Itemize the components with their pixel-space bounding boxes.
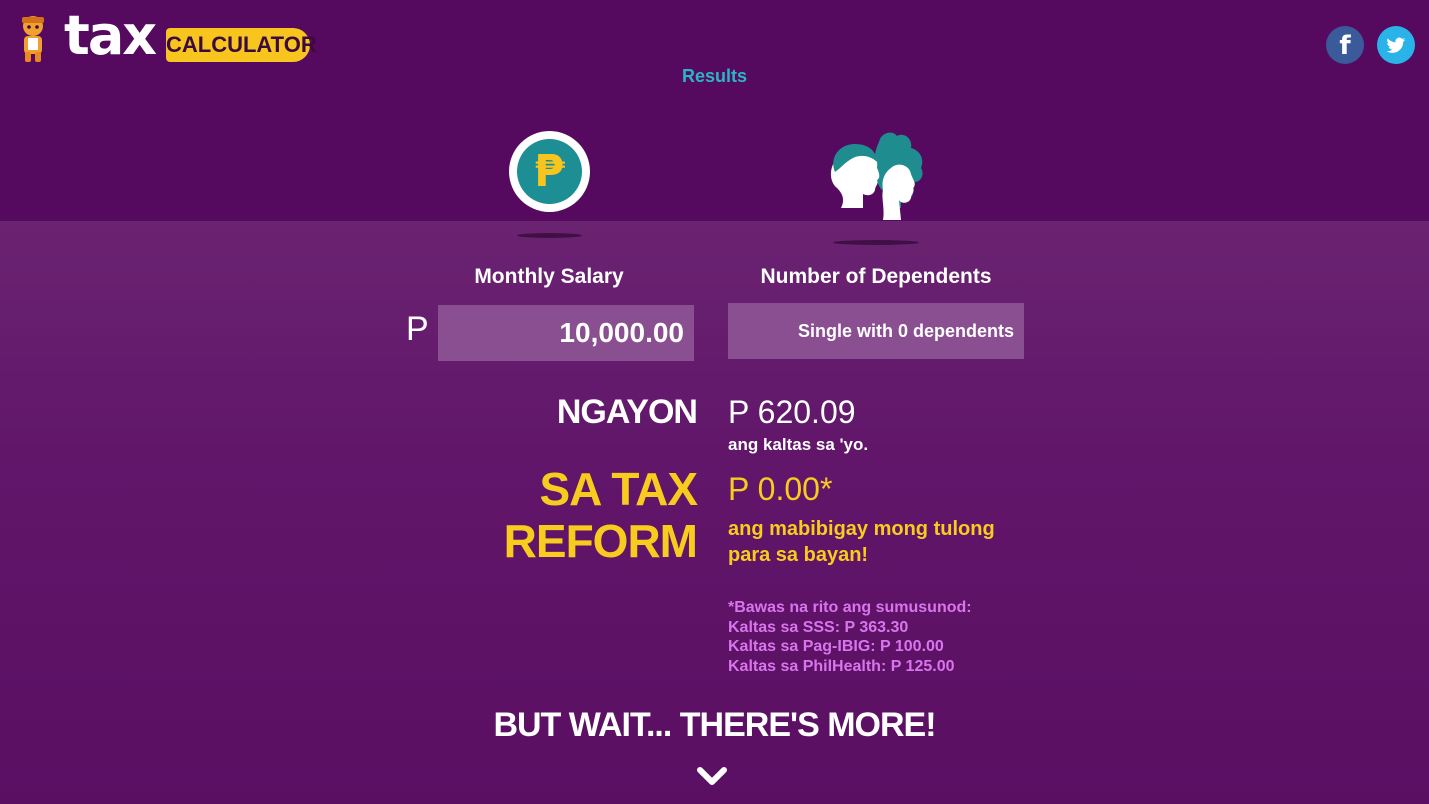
icon-shadow [517,233,582,238]
chevron-down-icon[interactable] [696,764,728,788]
dependents-select[interactable]: Single with 0 dependents [728,303,1024,359]
reform-heading-line1: SA TAX [539,463,698,515]
deduction-philhealth: Kaltas sa PhilHealth: P 125.00 [728,657,955,675]
more-heading: BUT WAIT... THERE'S MORE! [493,706,936,744]
facebook-glyph: f [1339,31,1351,61]
reform-tax-caption: ang mabibigay mong tulong para sa bayan! [728,516,1028,568]
results-link[interactable]: Results [0,66,1429,87]
tax-calculator-logo[interactable]: tax CALCULATOR [14,6,317,68]
reform-heading-line2: REFORM [503,515,698,567]
currency-symbol: P [406,310,429,348]
reform-heading: SA TAX REFORM [430,463,698,567]
family-heads-icon [831,132,923,220]
twitter-bird-icon [1386,37,1405,53]
twitter-icon[interactable] [1377,26,1415,64]
peso-coin-icon: ₱ [509,131,590,212]
facebook-icon[interactable]: f [1326,26,1364,64]
logo-word: tax [64,4,157,67]
deduction-sss: Kaltas sa SSS: P 363.30 [728,618,909,636]
logo-badge: CALCULATOR [166,28,317,62]
peso-coin-inner: ₱ [517,139,582,204]
monthly-salary-label: Monthly Salary [474,265,624,288]
dependents-label: Number of Dependents [760,265,992,288]
icon-shadow [833,240,919,245]
deductions-note: *Bawas na rito ang sumusunod: [728,599,972,616]
peso-symbol: ₱ [534,146,565,197]
current-heading: NGAYON [556,393,698,431]
current-tax-amount: P 620.09 [728,394,856,430]
reform-tax-amount: P 0.00* [728,471,833,507]
current-tax-caption: ang kaltas sa 'yo. [728,435,869,454]
mascot-icon [22,16,44,62]
monthly-salary-input[interactable] [438,305,694,361]
deductions-list: *Bawas na rito ang sumusunod: Kaltas sa … [728,598,1058,676]
deduction-pagibig: Kaltas sa Pag-IBIG: P 100.00 [728,638,944,655]
reform-caption-line2: para sa bayan! [728,544,869,566]
reform-caption-line1: ang mabibigay mong tulong [728,518,995,540]
